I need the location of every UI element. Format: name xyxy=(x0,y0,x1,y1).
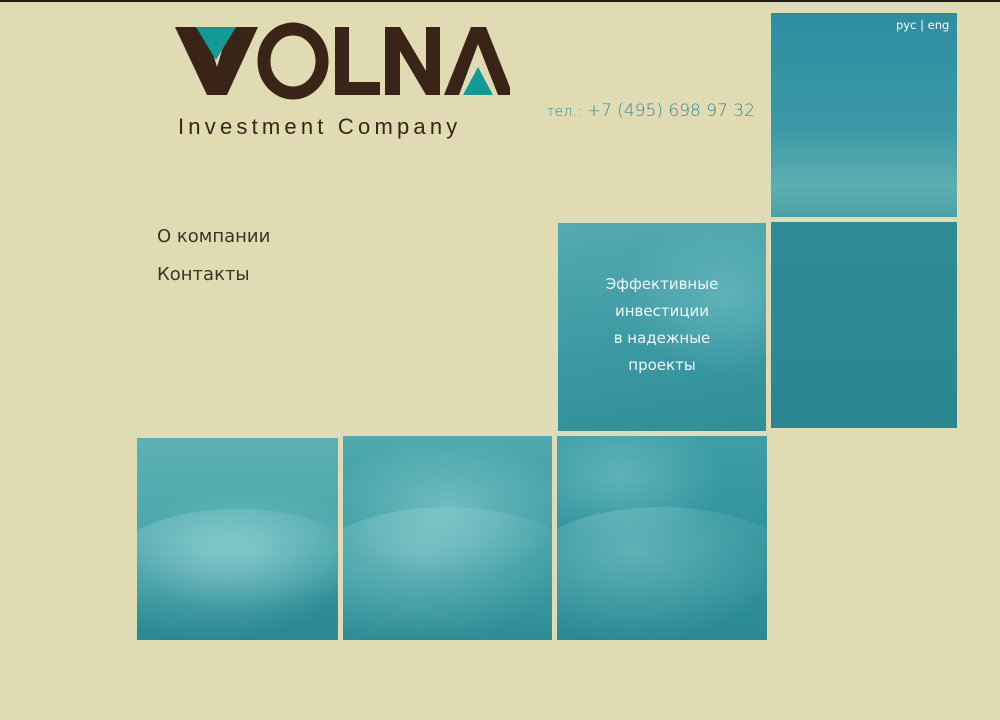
lang-separator: | xyxy=(920,18,924,32)
slogan-line: инвестиции xyxy=(614,302,710,320)
nav-item-contacts[interactable]: Контакты xyxy=(157,264,270,285)
wave-tile-slogan: Эффективные инвестиции в надежные проект… xyxy=(558,223,766,431)
lang-en-link[interactable]: eng xyxy=(928,18,950,32)
language-switcher: рус | eng xyxy=(896,18,949,32)
top-border-line xyxy=(0,0,1000,2)
slogan-line: в надежные xyxy=(613,329,711,347)
wave-tile-bottom-1 xyxy=(137,438,338,640)
wave-foam xyxy=(557,507,767,640)
slogan-line: проекты xyxy=(628,356,696,374)
wave-foam xyxy=(343,507,552,640)
wave-tile-bottom-2 xyxy=(343,436,552,640)
main-nav: О компании Контакты xyxy=(157,226,270,302)
slogan-line: Эффективные xyxy=(605,275,719,293)
lang-ru-link[interactable]: рус xyxy=(896,18,916,32)
logo-wordmark-icon xyxy=(175,22,510,100)
slogan-text: Эффективные инвестиции в надежные проект… xyxy=(558,271,766,379)
phone-prefix: тел.: xyxy=(547,104,582,120)
phone-number: тел.: +7 (495) 698 97 32 xyxy=(547,101,755,121)
wave-tile-right xyxy=(771,222,957,428)
wave-tile-bottom-3 xyxy=(557,436,767,640)
wave-foam xyxy=(137,508,338,640)
wave-tile-top-right: рус | eng xyxy=(771,13,957,217)
nav-item-about[interactable]: О компании xyxy=(157,226,270,247)
phone-value: +7 (495) 698 97 32 xyxy=(586,101,755,121)
logo-tagline: Investment Company xyxy=(178,114,462,139)
